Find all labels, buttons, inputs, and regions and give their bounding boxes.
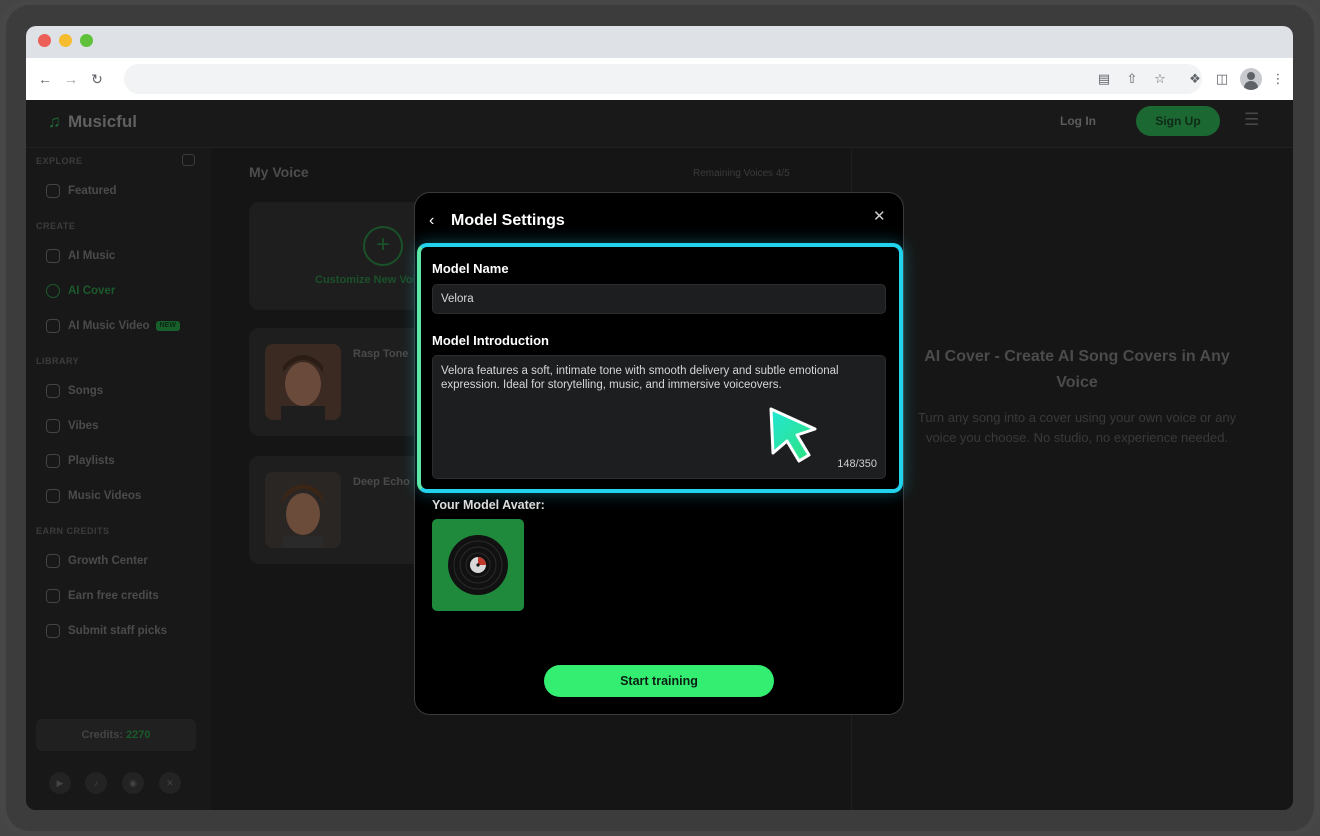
vibes-icon <box>46 419 60 433</box>
model-avatar-label: Your Model Avater: <box>432 498 545 512</box>
sidebar-section-earn: EARN CREDITS <box>36 526 110 536</box>
browser-toolbar: ← → ↻ ▤ ⇧ ☆ ❖ ◫ ⋮ <box>26 58 1293 100</box>
sidebar-item-featured[interactable]: Featured <box>46 181 117 201</box>
sidebar-item-music-videos[interactable]: Music Videos <box>46 486 141 506</box>
forward-arrow-icon[interactable]: → <box>62 70 80 88</box>
modal-title: Model Settings <box>451 212 565 229</box>
calendar-icon <box>46 589 60 603</box>
sidebar-section-create: CREATE <box>36 221 76 231</box>
sidebar-item-ai-music[interactable]: AI Music <box>46 246 115 266</box>
share-icon[interactable]: ⇧ <box>1124 70 1140 88</box>
model-settings-modal: ‹ Model Settings ✕ Model Name Velora Mod… <box>414 192 904 715</box>
sidebar-item-vibes[interactable]: Vibes <box>46 416 98 436</box>
ai-music-icon <box>46 249 60 263</box>
kebab-menu-icon[interactable]: ⋮ <box>1269 70 1287 88</box>
char-counter: 148/350 <box>837 458 877 470</box>
maximize-window-button[interactable] <box>80 34 93 47</box>
sidebar-item-growth-center[interactable]: Growth Center <box>46 551 148 571</box>
tiktok-icon[interactable]: ♪ <box>85 772 107 794</box>
sidebar-item-ai-cover[interactable]: AI Cover <box>46 281 115 301</box>
pointer-cursor-icon <box>769 407 817 463</box>
puzzle-icon[interactable]: ❖ <box>1186 70 1204 88</box>
minimize-window-button[interactable] <box>59 34 72 47</box>
sidebar-item-label: Music Videos <box>68 490 142 502</box>
video-icon <box>46 319 60 333</box>
sidebar-item-submit-staff-picks[interactable]: Submit staff picks <box>46 621 167 641</box>
sidebar-item-label: Vibes <box>68 420 99 432</box>
sidebar: EXPLORE Featured CREATE AI Music AI Cove… <box>26 148 211 810</box>
side-panel-icon[interactable]: ◫ <box>1213 70 1231 88</box>
avatar <box>265 472 341 548</box>
playlist-icon <box>46 454 60 468</box>
featured-icon <box>46 184 60 198</box>
model-name-label: Model Name <box>432 261 509 276</box>
credits-label: Credits: <box>81 729 123 741</box>
sidebar-item-label: AI Cover <box>68 285 116 297</box>
clipboard-icon[interactable]: ▤ <box>1096 70 1112 88</box>
sidebar-item-label: Featured <box>68 185 117 197</box>
reload-icon[interactable]: ↻ <box>88 70 106 88</box>
login-link[interactable]: Log In <box>1060 112 1096 130</box>
x-icon[interactable]: ✕ <box>159 772 181 794</box>
sidebar-item-label: Earn free credits <box>68 590 159 602</box>
panel-subtitle: Turn any song into a cover using your ow… <box>917 410 1237 445</box>
start-training-button[interactable]: Start training <box>544 665 774 697</box>
model-intro-text: Velora features a soft, intimate tone wi… <box>441 365 839 391</box>
star-icon[interactable]: ☆ <box>1152 70 1168 88</box>
page-title: My Voice <box>249 164 309 180</box>
plus-icon: + <box>363 226 403 266</box>
badge-icon <box>46 624 60 638</box>
profile-icon[interactable] <box>1240 68 1262 90</box>
songs-icon <box>46 384 60 398</box>
sidebar-item-playlists[interactable]: Playlists <box>46 451 115 471</box>
remaining-voices: Remaining Voices 4/5 <box>693 168 790 179</box>
panel-title: AI Cover - Create AI Song Covers in Any … <box>924 348 1230 391</box>
sidebar-item-label: Playlists <box>68 455 115 467</box>
avatar <box>265 344 341 420</box>
sidebar-item-ai-music-video[interactable]: AI Music Video NEW <box>46 316 180 336</box>
hamburger-menu-icon[interactable]: ☰ <box>1244 111 1262 128</box>
discord-icon[interactable]: ◉ <box>122 772 144 794</box>
back-chevron-icon[interactable]: ‹ <box>429 213 443 229</box>
brand-logo[interactable]: ♫ Musicful <box>48 110 137 134</box>
music-note-icon: ♫ <box>48 112 61 131</box>
model-name-input[interactable]: Velora <box>432 284 886 314</box>
voice-name: Deep Echo <box>353 476 410 488</box>
sidebar-item-label: AI Music <box>68 250 116 262</box>
youtube-icon[interactable]: ▶ <box>49 772 71 794</box>
sidebar-item-label: AI Music Video <box>68 320 150 332</box>
close-window-button[interactable] <box>38 34 51 47</box>
vinyl-record-icon[interactable] <box>432 519 524 611</box>
model-intro-label: Model Introduction <box>432 333 549 348</box>
ai-cover-icon <box>46 284 60 298</box>
collapse-sidebar-icon[interactable] <box>182 154 195 166</box>
sidebar-item-label: Songs <box>68 385 104 397</box>
voice-name: Rasp Tone <box>353 348 409 360</box>
back-arrow-icon[interactable]: ← <box>36 70 54 88</box>
credits-display[interactable]: Credits: 2270 <box>36 719 196 751</box>
create-voice-label: Customize New Voice <box>315 274 428 286</box>
sidebar-item-label: Submit staff picks <box>68 625 168 637</box>
ai-cover-info-panel: AI Cover - Create AI Song Covers in Any … <box>851 148 1293 810</box>
address-bar[interactable]: ▤ ⇧ ☆ <box>124 64 1202 94</box>
sidebar-section-explore: EXPLORE <box>36 156 83 166</box>
sidebar-item-earn-free-credits[interactable]: Earn free credits <box>46 586 159 606</box>
brand-name: Musicful <box>68 112 137 131</box>
top-navigation: ♫ Musicful Log In Sign Up ☰ <box>26 100 1293 148</box>
sidebar-item-label: Growth Center <box>68 555 148 567</box>
sidebar-section-library: LIBRARY <box>36 356 80 366</box>
signup-button[interactable]: Sign Up <box>1136 106 1220 136</box>
sidebar-item-songs[interactable]: Songs <box>46 381 103 401</box>
credits-value: 2270 <box>126 729 151 741</box>
new-badge: NEW <box>155 320 180 331</box>
growth-icon <box>46 554 60 568</box>
browser-titlebar <box>26 26 1293 58</box>
close-icon[interactable]: ✕ <box>873 209 887 225</box>
music-video-icon <box>46 489 60 503</box>
